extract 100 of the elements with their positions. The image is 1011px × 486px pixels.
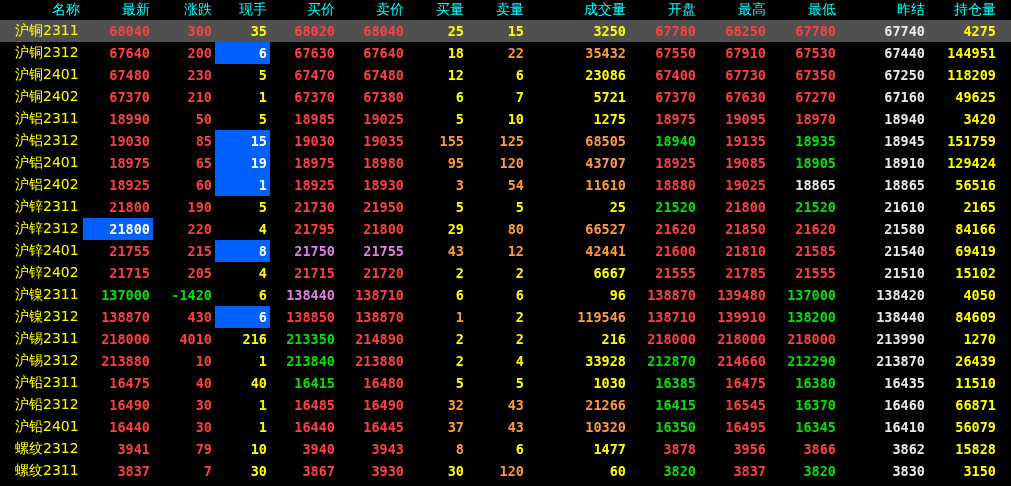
table-cell: 190: [187, 199, 212, 215]
table-cell: 18975: [294, 155, 335, 171]
column-header[interactable]: 卖价: [338, 1, 407, 19]
table-cell: 4: [258, 265, 267, 281]
table-cell: 30: [250, 463, 267, 479]
column-header[interactable]: 昨结: [839, 1, 928, 19]
table-cell: 16490: [363, 397, 404, 413]
table-cell: 21795: [294, 221, 335, 237]
table-cell: 16410: [884, 419, 925, 435]
table-cell: 84166: [955, 221, 996, 237]
table-cell: 15102: [955, 265, 996, 281]
table-cell: 21785: [725, 265, 766, 281]
column-header[interactable]: 最高: [699, 1, 769, 19]
table-cell: 215: [187, 243, 212, 259]
table-cell: 3820: [803, 463, 836, 479]
table-cell: 5: [455, 375, 464, 391]
table-cell: 151759: [947, 133, 996, 149]
column-header[interactable]: 买价: [270, 1, 338, 19]
table-cell: 139910: [717, 309, 766, 325]
table-cell: 29: [447, 221, 464, 237]
contract-name: 沪铝2312: [15, 132, 79, 150]
table-cell: 21555: [655, 265, 696, 281]
table-cell: 16495: [725, 419, 766, 435]
table-cell: 205: [187, 265, 212, 281]
column-header[interactable]: 最新: [83, 1, 153, 19]
table-cell: 16480: [363, 375, 404, 391]
contract-name: 螺纹2311: [15, 462, 79, 480]
table-cell: 67370: [294, 89, 335, 105]
contract-name: 沪锌2312: [15, 220, 79, 238]
table-cell: 138870: [355, 309, 404, 325]
table-cell: 60: [609, 463, 626, 479]
table-cell: 139480: [717, 287, 766, 303]
table-cell: 19025: [725, 177, 766, 193]
table-cell: 3940: [302, 441, 335, 457]
table-cell: 18945: [884, 133, 925, 149]
contract-name: 沪铅2401: [15, 418, 79, 436]
table-cell: 3930: [371, 463, 404, 479]
table-cell: 21266: [585, 397, 626, 413]
table-cell: 212290: [787, 353, 836, 369]
table-cell: 43: [507, 397, 524, 413]
flash-cell: 1: [215, 174, 270, 196]
table-cell: 10: [507, 111, 524, 127]
column-header[interactable]: 买量: [407, 1, 467, 19]
table-cell: 67530: [795, 45, 836, 61]
table-cell: 1: [258, 397, 267, 413]
table-cell: 10: [250, 441, 267, 457]
table-cell: 213880: [355, 353, 404, 369]
table-cell: 67270: [795, 89, 836, 105]
table-cell: 2: [515, 309, 524, 325]
table-cell: 21810: [725, 243, 766, 259]
table-cell: 19095: [725, 111, 766, 127]
table-cell: 80: [507, 221, 524, 237]
column-header[interactable]: 持仓量: [928, 1, 999, 19]
contract-name: 沪铜2401: [15, 66, 79, 84]
table-cell: 67470: [294, 67, 335, 83]
table-cell: 67780: [655, 23, 696, 39]
column-header[interactable]: 最低: [769, 1, 839, 19]
table-cell: 218000: [787, 331, 836, 347]
table-cell: 5: [515, 375, 524, 391]
table-cell: 69419: [955, 243, 996, 259]
table-cell: 16485: [294, 397, 335, 413]
table-cell: 1477: [593, 441, 626, 457]
table-cell: 138870: [101, 309, 150, 325]
table-cell: 1275: [593, 111, 626, 127]
table-cell: 96: [609, 287, 626, 303]
table-cell: 66871: [955, 397, 996, 413]
table-cell: 16460: [884, 397, 925, 413]
table-cell: 1270: [963, 331, 996, 347]
table-cell: 22: [507, 45, 524, 61]
table-cell: 138870: [647, 287, 696, 303]
table-cell: 2165: [963, 199, 996, 215]
table-cell: 1030: [593, 375, 626, 391]
table-cell: 18985: [294, 111, 335, 127]
column-header[interactable]: 卖量: [467, 1, 527, 19]
column-header[interactable]: 涨跌: [153, 1, 215, 19]
table-cell: 67640: [109, 45, 150, 61]
column-header[interactable]: 成交量: [527, 1, 629, 19]
table-cell: 67160: [884, 89, 925, 105]
table-cell: 19025: [363, 111, 404, 127]
contract-name: 螺纹2312: [15, 440, 79, 458]
table-cell: 11610: [585, 177, 626, 193]
table-cell: 18930: [363, 177, 404, 193]
column-header[interactable]: 名称: [0, 1, 83, 19]
table-cell: 16475: [109, 375, 150, 391]
column-header[interactable]: 开盘: [629, 1, 699, 19]
table-cell: 56516: [955, 177, 996, 193]
table-cell: 5: [258, 199, 267, 215]
table-cell: 16545: [725, 397, 766, 413]
table-cell: 213350: [286, 331, 335, 347]
table-cell: 18865: [795, 177, 836, 193]
contract-name: 沪铝2311: [15, 110, 79, 128]
table-cell: 4: [515, 353, 524, 369]
contract-name: 沪铅2311: [15, 374, 79, 392]
column-header[interactable]: 现手: [215, 1, 270, 19]
table-cell: 18975: [109, 155, 150, 171]
table-cell: 3837: [733, 463, 766, 479]
quote-row[interactable]: 沪铜2311 68040 300 35 68020 68040 25 15 3250 67780 68250 67780 67740 4275: [0, 20, 1011, 42]
table-cell: 67350: [795, 67, 836, 83]
table-cell: 137000: [787, 287, 836, 303]
contract-name: 沪铜2312: [15, 44, 79, 62]
